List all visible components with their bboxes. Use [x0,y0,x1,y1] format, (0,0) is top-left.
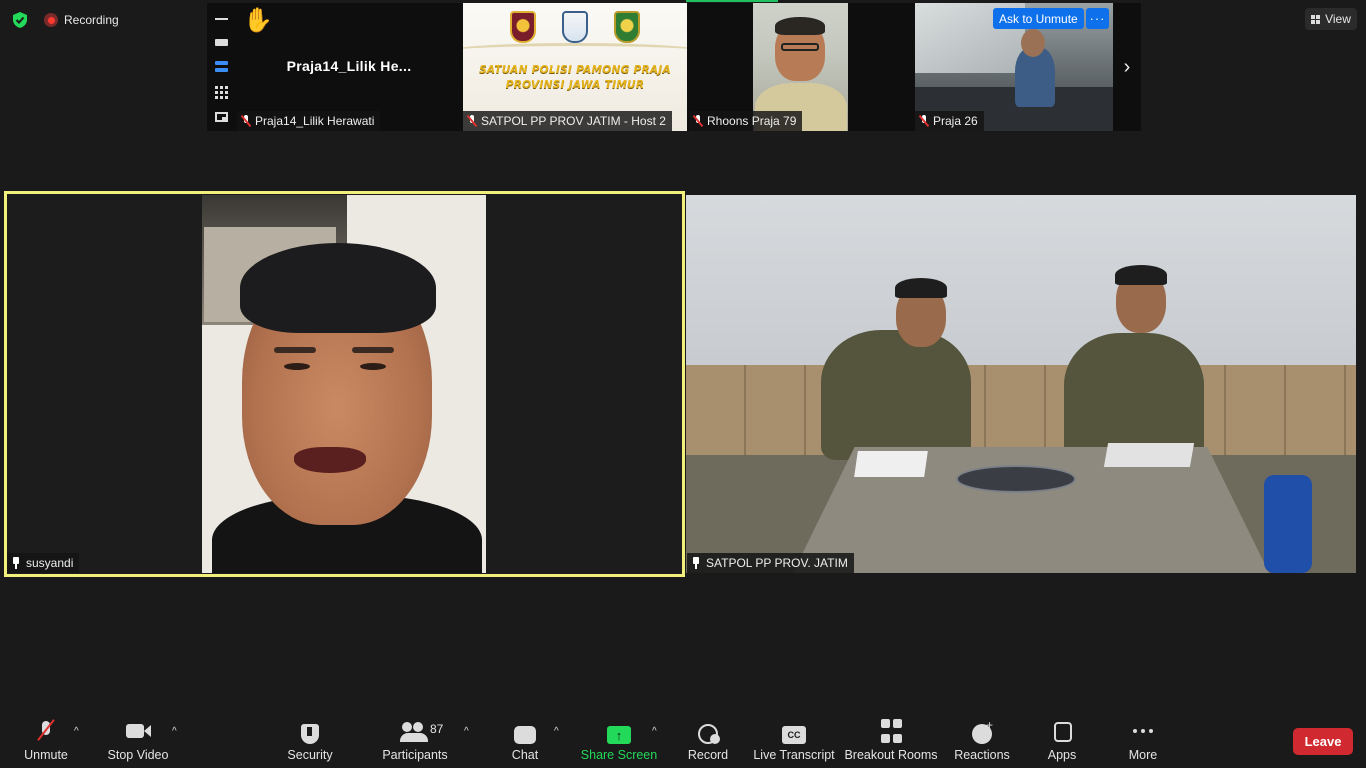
speaker-view-icon[interactable] [215,61,228,72]
participant-count: 87 [430,722,444,736]
stop-video-label: Stop Video [107,748,169,762]
record-dot-icon [44,13,58,27]
encryption-shield-icon[interactable] [12,12,28,28]
record-icon [698,724,720,744]
hide-video-icon[interactable] [215,39,228,46]
live-transcript-label: Live Transcript [753,748,835,762]
meeting-toolbar: Unmute ^ Stop Video ^ Security Participa… [0,708,1366,768]
apps-button[interactable]: Apps [1044,708,1080,768]
chat-options-chevron-icon[interactable]: ^ [554,726,559,737]
banner-text: SATUAN POLISI PAMONG PRAJA PROVINSI JAWA… [463,63,687,93]
chevron-right-icon[interactable]: › [1116,52,1138,82]
participants-button[interactable]: Participants [380,708,450,768]
video-name-tag: susyandi [7,553,80,573]
video-name-tag: SATPOL PP PROV. JATIM [687,553,854,573]
participant-thumbnail[interactable]: ✋ Praja14_Lilik He... Praja14_Lilik Hera… [237,3,461,131]
participant-video-tile[interactable] [686,195,1356,573]
recording-label: Recording [64,13,119,27]
side-by-side-icon[interactable] [215,112,228,122]
unmute-button[interactable]: Unmute [20,708,72,768]
pin-icon [691,557,701,569]
more-label: More [1128,748,1158,762]
more-dots-icon [1128,718,1158,744]
breakout-rooms-icon [876,718,906,744]
participant-label: Praja14_Lilik Herawati [237,111,381,131]
participant-name: Rhoons Praja 79 [707,114,797,128]
grid-view-icon [1311,14,1321,24]
security-shield-icon [301,724,319,744]
apps-icon [1047,718,1077,744]
participant-video [686,195,1356,573]
participant-label: SATPOL PP PROV JATIM - Host 2 [463,111,672,131]
record-button[interactable]: Record [686,708,730,768]
participant-label: Rhoons Praja 79 [689,111,803,131]
closed-caption-icon: CC [782,726,806,744]
more-button[interactable]: More [1124,708,1162,768]
chat-button[interactable]: Chat [506,708,544,768]
reactions-smiley-icon [972,718,993,744]
participant-label: Praja 26 [915,111,984,131]
strip-view-controls [207,3,235,131]
share-screen-label: Share Screen [580,748,658,762]
participant-name: susyandi [26,556,74,570]
strip-progress-bar [686,0,778,2]
logo-row [463,11,687,43]
video-camera-icon [123,718,153,744]
pin-icon [11,557,21,569]
east-java-emblem-icon [562,11,588,43]
apps-label: Apps [1047,748,1077,762]
reactions-button[interactable]: Reactions [954,708,1010,768]
mic-muted-icon [467,115,477,127]
participant-thumbnail[interactable]: Rhoons Praja 79 [689,3,913,131]
participant-video [202,195,486,573]
minimize-icon[interactable] [215,18,228,20]
participant-display-name: Praja14_Lilik He... [286,58,412,74]
satpol-pp-emblem-icon [510,11,536,43]
share-screen-icon: ↑ [607,726,631,744]
recording-indicator[interactable]: Recording [44,12,119,28]
banner-line-1: SATUAN POLISI PAMONG PRAJA [479,64,671,76]
share-options-chevron-icon[interactable]: ^ [652,726,657,737]
mic-muted-icon [241,115,251,127]
reactions-label: Reactions [954,748,1010,762]
share-screen-button[interactable]: ↑ Share Screen [580,708,658,768]
security-button[interactable]: Security [284,708,336,768]
chat-label: Chat [511,748,539,762]
unmute-label: Unmute [24,748,68,762]
raised-hand-icon: ✋ [243,7,273,34]
participant-name: SATPOL PP PROV JATIM - Host 2 [481,114,666,128]
stop-video-button[interactable]: Stop Video [104,708,172,768]
participant-name: Praja14_Lilik Herawati [255,114,375,128]
video-options-chevron-icon[interactable]: ^ [172,726,177,737]
security-label: Security [287,748,333,762]
leave-button[interactable]: Leave [1293,728,1353,755]
chat-bubble-icon [514,726,536,744]
mic-muted-icon [693,115,703,127]
banner-line-2: PROVINSI JAWA TIMUR [505,79,645,91]
view-label: View [1325,12,1351,26]
participants-label: Participants [382,748,448,762]
ask-to-unmute-button[interactable]: Ask to Unmute [993,8,1084,29]
breakout-rooms-label: Breakout Rooms [844,748,938,762]
breakout-rooms-button[interactable]: Breakout Rooms [844,708,938,768]
participants-options-chevron-icon[interactable]: ^ [464,726,469,737]
view-button[interactable]: View [1305,8,1357,30]
decorative-swoosh [463,43,687,61]
live-transcript-button[interactable]: CC Live Transcript [753,708,835,768]
participant-name: Praja 26 [933,114,978,128]
participants-icon [400,718,430,744]
audio-options-chevron-icon[interactable]: ^ [74,726,79,737]
gallery-view-icon[interactable] [215,86,228,99]
mic-muted-icon [31,718,61,744]
active-speaker-video[interactable] [4,191,685,577]
participant-thumbnail[interactable]: SATUAN POLISI PAMONG PRAJA PROVINSI JAWA… [463,3,687,131]
mic-muted-icon [919,115,929,127]
participant-name: SATPOL PP PROV. JATIM [706,556,848,570]
participant-more-button[interactable]: ··· [1086,8,1109,29]
linmas-emblem-icon [614,11,640,43]
record-label: Record [687,748,729,762]
